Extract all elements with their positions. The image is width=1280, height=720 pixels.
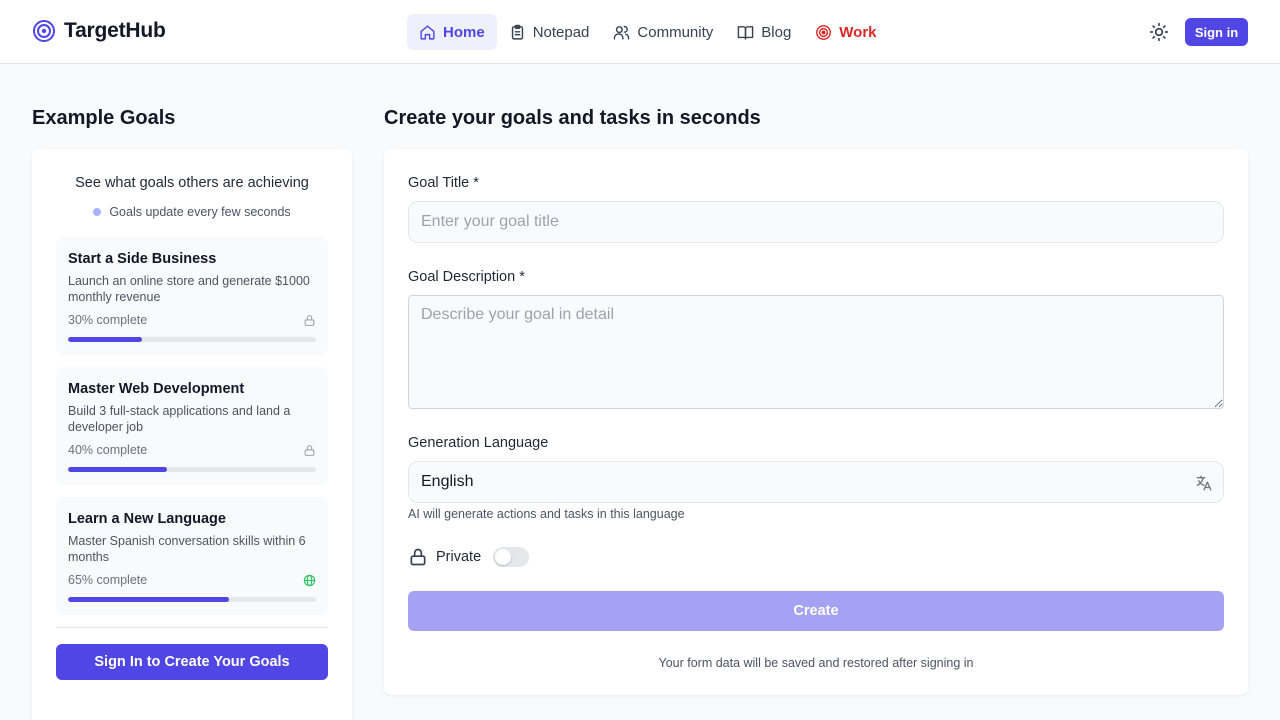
- goal-card-title: Master Web Development: [68, 381, 245, 397]
- goal-card-progress-text: 40% complete: [68, 443, 148, 457]
- create-goal-form: Goal Title * Goal Description * Generati…: [384, 149, 1248, 695]
- translate-icon: [1196, 475, 1212, 491]
- goal-card-progress-fill: [68, 467, 168, 472]
- goal-card-progress-text: 30% complete: [68, 313, 148, 327]
- private-label: Private: [436, 549, 482, 565]
- nav-home-label: Home: [443, 23, 485, 41]
- goal-card-description: Build 3 full-stack applications and land…: [68, 404, 291, 434]
- nav-blog[interactable]: Blog: [725, 14, 803, 50]
- brand-logo[interactable]: TargetHub: [32, 19, 166, 43]
- example-goals-note: Goals update every few seconds: [32, 205, 352, 219]
- goal-description-textarea[interactable]: [408, 295, 1224, 409]
- nav-notepad[interactable]: Notepad: [497, 14, 602, 50]
- lock-icon: [304, 445, 315, 456]
- private-toggle[interactable]: [493, 547, 530, 567]
- lock-icon: [410, 548, 426, 566]
- sign-in-button[interactable]: Sign in: [1185, 18, 1248, 46]
- create-button[interactable]: Create: [408, 591, 1224, 631]
- goal-card-description: Master Spanish conversation skills withi…: [68, 534, 306, 564]
- users-icon: [614, 25, 630, 40]
- goal-card-title: Start a Side Business: [68, 251, 217, 267]
- private-toggle-knob: [495, 549, 512, 565]
- goal-card-progress-bar: [68, 467, 316, 472]
- divider: [56, 627, 328, 628]
- sun-icon: [1149, 22, 1169, 42]
- globe-icon: [303, 574, 316, 587]
- example-goals-note-text: Goals update every few seconds: [109, 205, 291, 219]
- nav-work[interactable]: Work: [803, 14, 888, 50]
- nav-community[interactable]: Community: [601, 14, 725, 50]
- target-logo-icon: [33, 20, 55, 42]
- clipboard-icon: [511, 24, 523, 40]
- nav-notepad-label: Notepad: [532, 23, 590, 41]
- nav-home[interactable]: Home: [407, 14, 497, 50]
- goal-card[interactable]: Start a Side Business Launch an online s…: [56, 237, 328, 355]
- nav-blog-label: Blog: [761, 23, 792, 41]
- create-goal-title: Create your goals and tasks in seconds: [384, 107, 761, 129]
- example-goals-subtitle: See what goals others are achieving: [75, 175, 309, 191]
- sign-in-to-create-goals-button[interactable]: Sign In to Create Your Goals: [56, 644, 328, 680]
- goal-card-progress-fill: [68, 337, 143, 342]
- live-dot-icon: [93, 208, 102, 216]
- book-icon: [737, 25, 754, 40]
- generation-language-value: English: [421, 473, 474, 490]
- form-save-note: Your form data will be saved and restore…: [658, 656, 974, 670]
- goal-card-progress-bar: [68, 337, 316, 342]
- example-goals-panel: See what goals others are achieving Goal…: [32, 149, 352, 720]
- theme-toggle-button[interactable]: [1147, 20, 1171, 44]
- nav-community-label: Community: [637, 23, 714, 41]
- home-icon: [420, 24, 435, 40]
- goal-card-description: Launch an online store and generate $100…: [68, 274, 310, 304]
- top-navbar: TargetHub Home Notepad Community Blog Wo…: [0, 0, 1280, 64]
- goal-card-title: Learn a New Language: [68, 511, 226, 527]
- goal-card[interactable]: Learn a New Language Master Spanish conv…: [56, 497, 328, 615]
- goal-card-progress-bar: [68, 597, 316, 602]
- goal-description-label: Goal Description *: [408, 269, 525, 285]
- target-icon: [816, 24, 832, 40]
- main-nav: Home Notepad Community Blog Work: [407, 14, 889, 50]
- generation-language-label: Generation Language: [408, 435, 549, 451]
- brand-name: TargetHub: [64, 19, 166, 42]
- goal-title-label: Goal Title *: [408, 175, 479, 191]
- goal-card-progress-fill: [68, 597, 230, 602]
- nav-work-label: Work: [839, 23, 877, 41]
- goal-card-progress-text: 65% complete: [68, 573, 148, 587]
- generation-language-select[interactable]: English: [408, 461, 1224, 503]
- lock-icon: [304, 315, 315, 326]
- goal-title-input[interactable]: [408, 201, 1224, 243]
- private-row: Private: [408, 546, 530, 568]
- generation-language-helper: AI will generate actions and tasks in th…: [408, 507, 685, 521]
- goal-card[interactable]: Master Web Development Build 3 full-stac…: [56, 367, 328, 485]
- example-goals-title: Example Goals: [32, 107, 176, 129]
